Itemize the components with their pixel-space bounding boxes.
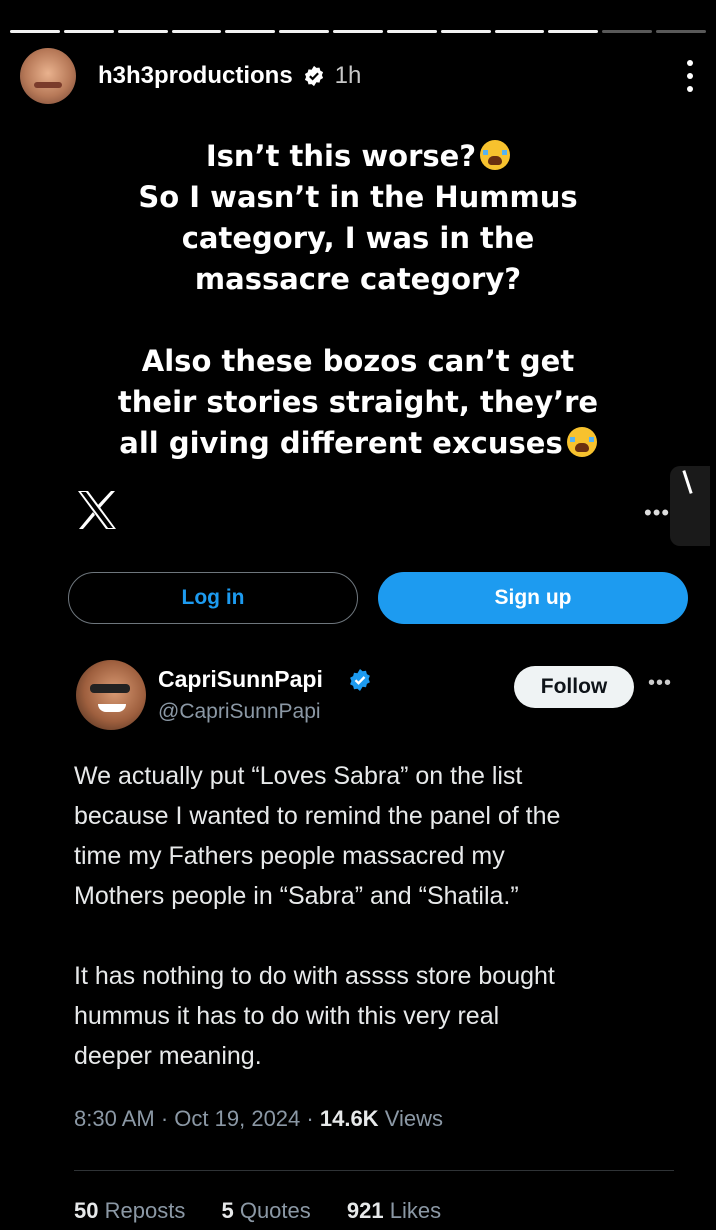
more-options-icon[interactable] [684,60,696,92]
progress-segment [494,30,545,33]
tweet-time[interactable]: 8:30 AM [74,1106,155,1131]
verified-badge-icon [350,669,370,691]
progress-segment [171,30,222,33]
caption-line: massacre category? [194,262,522,296]
likes-label: Likes [389,1198,442,1223]
story-avatar[interactable] [20,48,76,104]
story-username[interactable]: h3h3productions [98,62,293,90]
likes-count: 921 [346,1198,384,1223]
caption-line: their stories straight, they’re [117,385,599,419]
progress-segment [333,30,383,33]
caption-line: So I wasn’t in the Hummus [138,180,578,214]
reposts-count: 50 [74,1198,99,1223]
caption-line: all giving different excuses [119,426,563,460]
login-button[interactable]: Log in [68,572,358,624]
signup-button[interactable]: Sign up [378,572,688,624]
tweet-meta: 8:30 AM · Oct 19, 2024 · 14.6K Views [74,1106,443,1131]
follow-button[interactable]: Follow [514,666,634,708]
reposts-label: Reposts [104,1198,186,1223]
tweet-line: We actually put “Loves Sabra” on the lis… [74,762,523,790]
quotes-label: Quotes [239,1198,311,1223]
tweet-line: Mothers people in “Sabra” and “Shatila.” [74,882,519,910]
progress-segment [386,30,437,33]
tweet-line: deeper meaning. [74,1042,262,1070]
tweet-avatar[interactable] [76,660,146,730]
quotes-count: 5 [221,1198,234,1223]
progress-segment [440,30,491,33]
divider [74,1170,674,1171]
tweet-line: time my Fathers people massacred my [74,842,505,870]
tweet-author: CapriSunnPapi @CapriSunnPapi Follow ••• [74,660,686,730]
loudly-crying-face-icon [480,140,511,170]
story-timestamp: 1h [334,62,362,89]
caption-line: Isn’t this worse? [205,139,477,173]
story-header: h3h3productions 1h [20,46,696,106]
progress-segment [656,30,706,33]
tweet-line: It has nothing to do with assss store bo… [74,962,555,990]
story-caption: Isn’t this worse? So I wasn’t in the Hum… [40,136,676,464]
tweet-stats: 50 Reposts 5 Quotes 921 Likes [74,1198,471,1224]
tweet-author-name[interactable]: CapriSunnPapi [158,666,323,693]
story-progress-bar [10,30,706,33]
tweet-text: We actually put “Loves Sabra” on the lis… [74,756,674,1076]
verified-badge-icon [304,65,323,87]
scroll-handle[interactable] [670,466,710,546]
views-count: 14.6K [319,1106,379,1131]
tweet-line: hummus it has to do with this very real [74,1002,500,1030]
more-icon[interactable]: ••• [644,500,670,526]
likes-stat[interactable]: 921 Likes [347,1198,441,1223]
caption-line: category, I was in the [181,221,535,255]
progress-segment [117,30,168,33]
progress-segment [548,30,599,33]
tweet-date[interactable]: Oct 19, 2024 [174,1106,300,1131]
progress-segment [225,30,276,33]
progress-segment [10,30,60,33]
progress-segment [63,30,114,33]
tweet-author-handle[interactable]: @CapriSunnPapi [158,700,321,724]
quotes-stat[interactable]: 5 Quotes [221,1198,310,1223]
x-logo-icon [78,491,116,529]
reposts-stat[interactable]: 50 Reposts [74,1198,185,1223]
loudly-crying-face-icon [566,427,597,457]
progress-segment [279,30,330,33]
progress-segment [602,30,653,33]
tweet-more-icon[interactable]: ••• [648,672,672,695]
views-label: Views [384,1106,443,1131]
tweet-line: because I wanted to remind the panel of … [74,802,561,830]
caption-line: Also these bozos can’t get [141,344,575,378]
